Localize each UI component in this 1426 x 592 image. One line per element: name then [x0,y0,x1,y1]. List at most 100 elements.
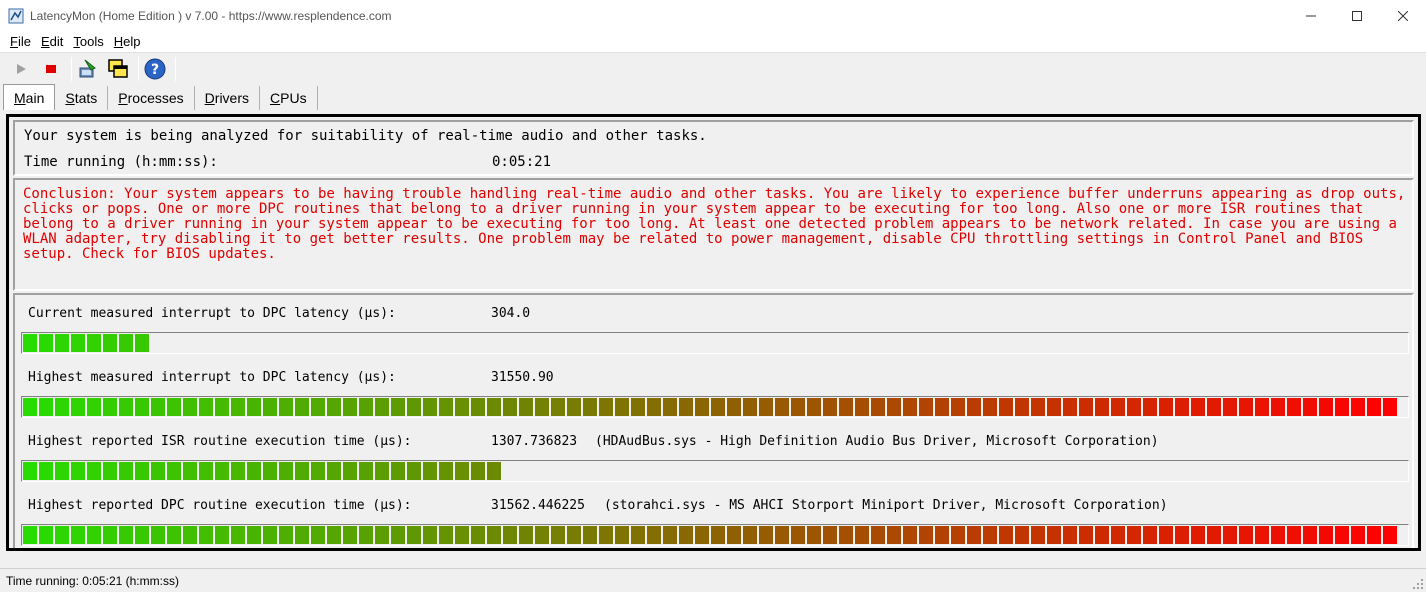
bar-segment [503,398,517,416]
highest-isr-time-driver: (HDAudBus.sys - High Definition Audio Bu… [595,434,1159,449]
bar-segment [295,398,309,416]
close-button[interactable] [1380,0,1426,31]
bar-segment [295,526,309,544]
tab-main-key: M [14,89,26,106]
maximize-icon [1352,10,1362,21]
bar-segment [967,398,981,416]
tab-cpus[interactable]: C PUs [260,86,318,110]
bar-segment [1063,398,1077,416]
bar-segment [1127,398,1141,416]
bar-segment [1271,398,1285,416]
bar-segment [1175,526,1189,544]
bar-segment [167,526,181,544]
menu-tools[interactable]: Tools [69,34,107,49]
bar-segment [1287,398,1301,416]
bar-segment [1335,526,1349,544]
bar-segment [711,398,725,416]
resize-grip-icon[interactable] [1412,578,1424,590]
bar-segment [263,398,277,416]
start-button[interactable] [8,56,34,82]
bar-segment [919,398,933,416]
status-text: Time running: 0:05:21 (h:mm:ss) [6,573,179,588]
maximize-button[interactable] [1334,0,1380,31]
bar-segment [375,526,389,544]
menu-file[interactable]: File [6,34,35,49]
bar-segment [215,398,229,416]
tab-processes-key: P [118,90,128,106]
windows-icon [108,59,128,78]
tab-drivers-label: rivers [214,90,250,106]
bar-segment [599,526,613,544]
tab-cpus-key: C [270,90,281,106]
menu-tools-label: ools [79,34,104,49]
bar-segment [439,462,453,480]
bar-segment [663,526,677,544]
bar-segment [807,398,821,416]
bar-segment [535,398,549,416]
bar-segment [215,526,229,544]
bar-segment [631,526,645,544]
menu-edit[interactable]: Edit [37,34,67,49]
bar-segment [855,526,869,544]
bar-segment [615,398,629,416]
bar-segment [391,462,405,480]
bar-segment [855,398,869,416]
bar-segment [231,526,245,544]
bar-segment [55,334,69,352]
highest-dpc-latency-bar [21,396,1409,418]
bar-segment [1351,398,1365,416]
bar-segment [839,398,853,416]
bar-segment [167,398,181,416]
bar-segment [1159,398,1173,416]
toolbar-separator [71,57,72,81]
bar-segment [151,462,165,480]
tab-processes[interactable]: Processes [108,86,195,110]
minimize-button[interactable] [1288,0,1334,31]
windows-button[interactable] [105,56,131,82]
tab-drivers[interactable]: Drivers [195,86,261,110]
bar-segment [55,462,69,480]
bar-segment [903,526,917,544]
bar-segment [759,398,773,416]
bar-segment [1367,398,1381,416]
status-bar: Time running: 0:05:21 (h:mm:ss) [0,568,1426,592]
minimize-icon [1306,15,1316,16]
bar-segment [215,462,229,480]
submit-button[interactable] [75,56,101,82]
bar-segment [471,398,485,416]
bar-segment [903,398,917,416]
help-button[interactable]: ? [142,56,168,82]
menu-help[interactable]: Help [110,34,145,49]
stop-button[interactable] [38,56,64,82]
toolbar-separator [138,57,139,81]
bar-segment [935,526,949,544]
bar-segment [455,526,469,544]
bar-segment [887,398,901,416]
menu-bar: File Edit Tools Help [0,31,1426,53]
bar-segment [1207,526,1221,544]
bar-segment [423,462,437,480]
bar-segment [823,398,837,416]
bar-segment [247,398,261,416]
bar-segment [1143,526,1157,544]
tab-stats[interactable]: Stats [55,86,109,110]
bar-segment [103,398,117,416]
tab-main[interactable]: Main [3,84,56,110]
bar-segment [1287,526,1301,544]
bar-segment [87,398,101,416]
bar-segment [135,334,149,352]
bar-segment [1351,526,1365,544]
bar-segment [199,526,213,544]
bar-segment [407,398,421,416]
bar-segment [231,398,245,416]
bar-segment [695,526,709,544]
bar-segment [1191,398,1205,416]
bar-segment [1319,398,1333,416]
bar-segment [167,462,181,480]
highest-dpc-latency-label: Highest measured interrupt to DPC latenc… [28,370,396,385]
bar-segment [151,398,165,416]
bar-segment [87,526,101,544]
bar-segment [311,526,325,544]
bar-segment [999,526,1013,544]
bar-segment [183,398,197,416]
